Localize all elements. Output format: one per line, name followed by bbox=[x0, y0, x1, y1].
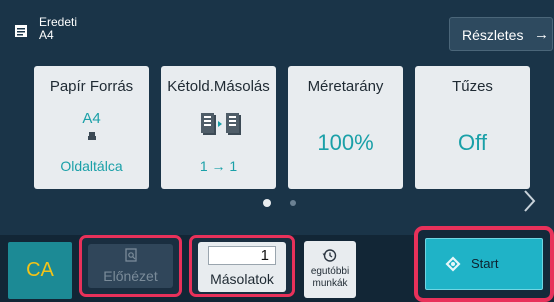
start-button-highlight: Start bbox=[414, 226, 554, 302]
preview-button-face: Előnézet bbox=[88, 244, 173, 288]
preview-label: Előnézet bbox=[103, 268, 158, 284]
recent-jobs-label-line1: egutóbbi bbox=[310, 266, 350, 277]
copies-count-input[interactable]: 1 bbox=[208, 246, 276, 265]
tile-paper-source[interactable]: Papír Forrás A4 Oldaltálca bbox=[34, 66, 149, 189]
tile-duplex-copy-title: Kétold.Másolás bbox=[167, 78, 270, 95]
recent-jobs-label-line2: munkák bbox=[312, 278, 348, 289]
details-button[interactable]: Részletes → bbox=[449, 17, 553, 51]
duplex-mode-value: 1 → 1 bbox=[199, 158, 238, 174]
tile-staple-title: Tűzes bbox=[452, 78, 493, 95]
tile-ratio-title: Méretarány bbox=[307, 78, 384, 95]
duplex-copy-icon bbox=[201, 113, 241, 135]
staple-value: Off bbox=[458, 130, 487, 155]
recent-jobs-label: egutóbbi munkák bbox=[304, 266, 356, 290]
paper-source-value: Oldaltálca bbox=[60, 158, 123, 174]
clear-all-label: CA bbox=[26, 259, 54, 281]
preview-button[interactable]: Előnézet bbox=[79, 235, 182, 297]
start-label: Start bbox=[471, 256, 499, 271]
copies-label: Másolatok bbox=[210, 271, 274, 287]
original-size-value: A4 bbox=[39, 28, 54, 42]
tile-ratio[interactable]: Méretarány 100% bbox=[288, 66, 403, 189]
history-icon bbox=[322, 249, 337, 262]
tile-paper-source-title: Papír Forrás bbox=[49, 78, 134, 95]
copy-screen: Eredeti A4 Részletes → Papír Forrás A4 O… bbox=[0, 0, 554, 302]
preview-icon bbox=[125, 248, 137, 262]
paper-tray-icon bbox=[88, 132, 96, 140]
copies-face: 1 Másolatok bbox=[198, 242, 286, 292]
start-button[interactable]: Start bbox=[425, 238, 543, 290]
tile-duplex-copy[interactable]: Kétold.Másolás 1 → 1 bbox=[161, 66, 276, 189]
chevron-right-icon[interactable] bbox=[521, 186, 539, 216]
details-button-label: Részletes bbox=[462, 27, 524, 43]
ratio-value: 100% bbox=[317, 130, 374, 155]
tile-staple[interactable]: Tűzes Off bbox=[415, 66, 530, 189]
page-dot[interactable] bbox=[290, 200, 296, 206]
page-dot-active[interactable] bbox=[263, 199, 271, 207]
document-icon bbox=[15, 25, 27, 37]
start-diamond-icon bbox=[445, 256, 461, 272]
paper-size-value: A4 bbox=[82, 110, 101, 127]
arrow-right-icon: → bbox=[534, 26, 549, 43]
copy-settings-panel: Eredeti A4 Részletes → Papír Forrás A4 O… bbox=[0, 0, 554, 235]
copies-control[interactable]: 1 Másolatok bbox=[189, 235, 295, 297]
clear-all-button[interactable]: CA bbox=[8, 242, 72, 299]
recent-jobs-button[interactable]: egutóbbi munkák bbox=[304, 241, 356, 298]
